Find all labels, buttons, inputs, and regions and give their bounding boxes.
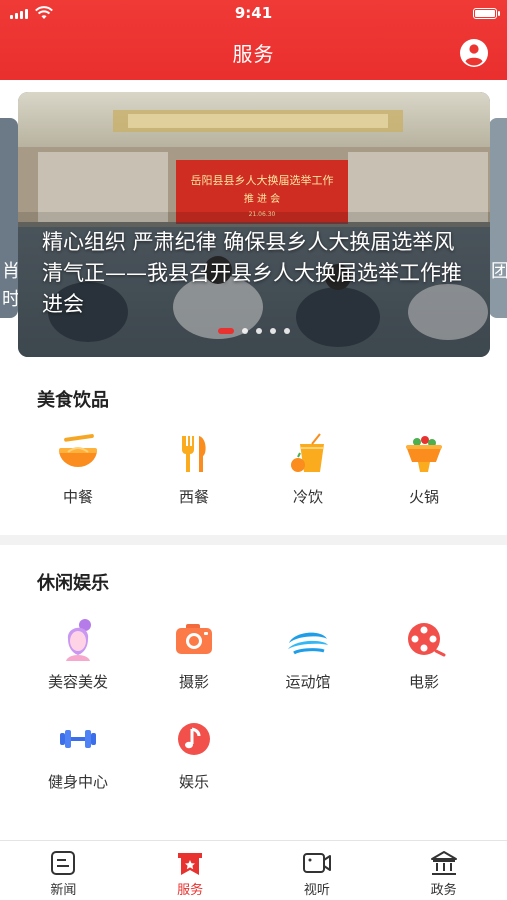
beauty-hair-icon [66,619,91,661]
carousel-indicator [18,328,490,334]
fork-knife-icon [182,436,206,472]
category-label: 冷饮 [292,488,323,506]
tab-label: 新闻 [50,883,77,898]
category-label: 摄影 [178,673,209,691]
carousel-dot-active[interactable] [218,328,234,334]
banner-sign-subtitle: 推 进 会 [244,192,280,205]
service-icon [178,853,203,875]
banner-peek-prev[interactable]: 肖 时 [0,118,18,318]
banner-peek-next[interactable]: 团 [489,118,507,318]
category-hotpot[interactable]: 火锅 [374,432,474,507]
cold-drink-icon [291,433,324,472]
film-reel-icon [408,623,446,657]
category-chinese-food[interactable]: 中餐 [28,432,128,507]
category-label: 运动馆 [285,673,331,691]
tab-news[interactable]: 新闻 [0,841,127,900]
dumbbell-icon [60,730,96,748]
tab-government[interactable]: 政务 [380,841,507,900]
category-sports-venue[interactable]: 运动馆 [258,617,358,692]
category-cold-drink[interactable]: 冷饮 [258,432,358,507]
noodle-bowl-icon [59,434,97,467]
category-photography[interactable]: 摄影 [144,617,244,692]
category-label: 西餐 [178,488,209,506]
camera-icon [176,624,212,654]
tab-label: 服务 [177,883,204,898]
page-title: 服务 [232,42,275,66]
banner-caption: 精心组织 严肃纪律 确保县乡人大换届选举风清气正——我县召开县乡人大换届选举工作… [42,230,462,316]
government-icon [430,851,457,875]
user-profile-icon[interactable] [459,38,489,68]
food-section: 美食饮品 中餐 西餐 冷饮 火锅 [0,370,507,535]
category-entertainment[interactable]: 娱乐 [144,717,244,792]
stadium-icon [288,632,328,655]
header-bar: 9:41 服务 [0,0,507,80]
category-label: 娱乐 [178,773,209,791]
banner-carousel[interactable]: 肖 时 团 岳阳县县乡人大换届选举工作 推 进 会 21.06.30 精心组织 … [0,80,507,370]
video-icon [302,853,331,873]
category-western-food[interactable]: 西餐 [144,432,244,507]
status-time: 9:41 [234,4,273,22]
battery-icon [473,8,500,19]
category-beauty-hair[interactable]: 美容美发 [28,617,128,692]
carousel-dot[interactable] [256,328,262,334]
tab-audio-video[interactable]: 视听 [254,841,381,900]
tab-service[interactable]: 服务 [127,841,254,900]
carousel-dot[interactable] [242,328,248,334]
leisure-section-title: 休闲娱乐 [37,573,109,594]
tab-label: 视听 [303,883,330,898]
food-section-title: 美食饮品 [37,390,109,411]
peek-next-text: 团 [491,261,507,282]
banner-sign-title: 岳阳县县乡人大换届选举工作 [191,173,334,187]
category-label: 中餐 [62,488,93,506]
banner-slide[interactable]: 岳阳县县乡人大换届选举工作 推 进 会 21.06.30 精心组织 严肃纪律 确… [18,92,490,357]
peek-prev-text: 肖 时 [2,261,18,310]
category-label: 健身中心 [47,773,108,791]
status-bar: 9:41 [0,0,507,26]
hotpot-icon [406,436,442,472]
carousel-dot[interactable] [270,328,276,334]
category-label: 火锅 [408,488,439,506]
news-icon [51,851,76,875]
category-label: 美容美发 [47,673,108,691]
carousel-dot[interactable] [284,328,290,334]
tab-label: 政务 [430,883,457,898]
music-note-icon [178,723,210,755]
category-label: 电影 [408,673,439,691]
category-fitness-center[interactable]: 健身中心 [28,717,128,792]
leisure-section: 休闲娱乐 美容美发 摄影 运动馆 电影 健身中心 娱乐 [0,545,507,840]
bottom-tab-bar: 新闻 服务 视听 政务 [0,840,507,900]
category-movie[interactable]: 电影 [374,617,474,692]
